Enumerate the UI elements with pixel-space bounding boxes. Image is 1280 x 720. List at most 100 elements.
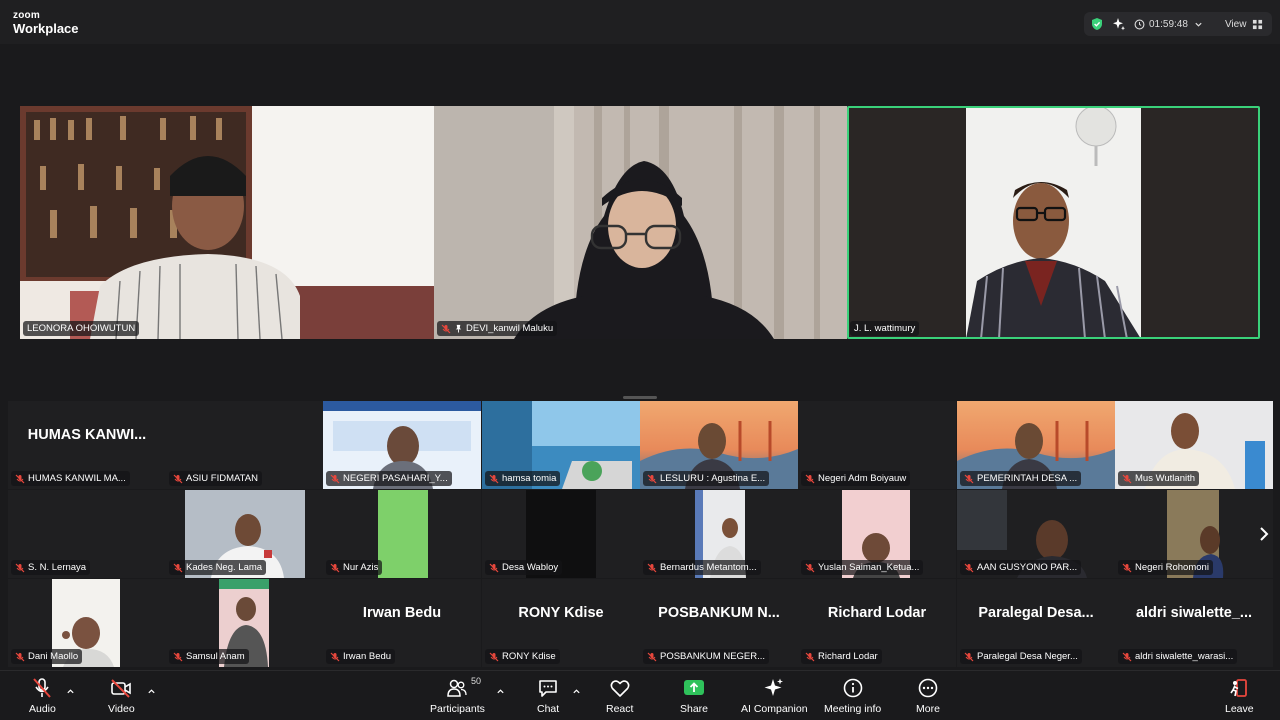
participant-name: RONY Kdise (502, 651, 556, 662)
chat-button[interactable]: Chat (537, 677, 559, 715)
video-off-icon (111, 679, 132, 698)
meeting-status-bar: 01:59:48 View (1084, 12, 1272, 36)
gallery-participant-tile[interactable]: Desa Wabloy (482, 490, 640, 578)
leave-button[interactable]: Leave (1225, 677, 1254, 715)
gallery-participant-tile[interactable]: NEGERI PASAHARI_Y... (323, 401, 481, 489)
meeting-info-button[interactable]: Meeting info (824, 677, 881, 715)
speaker-video-tile-active[interactable]: J. L. wattimury (847, 106, 1260, 339)
leave-label: Leave (1225, 703, 1254, 715)
meeting-toolbar: Audio Video Participants 50 Chat React S… (0, 670, 1280, 720)
video-button[interactable]: Video (108, 677, 135, 715)
gallery-participant-tile[interactable]: Richard Lodar Richard Lodar (798, 579, 956, 667)
clock-icon (1134, 19, 1145, 29)
participant-name-label: Richard Lodar (801, 649, 882, 664)
participant-display-name: POSBANKUM N... (658, 605, 780, 621)
participants-options-caret-icon[interactable] (496, 687, 505, 696)
participant-name-label: ASIU FIDMATAN (169, 471, 262, 486)
participant-name: AAN GUSYONO PAR... (977, 562, 1078, 573)
gallery-participant-tile[interactable]: ASIU FIDMATAN (166, 401, 324, 489)
gallery-participant-tile[interactable]: hamsa tomia (482, 401, 640, 489)
participant-name-label: POSBANKUM NEGER... (643, 649, 770, 664)
muted-mic-icon (15, 652, 25, 661)
gallery-participant-tile[interactable]: Paralegal Desa... Paralegal Desa Neger... (957, 579, 1115, 667)
encryption-shield-icon[interactable] (1090, 17, 1104, 31)
gallery-participant-tile[interactable]: aldri siwalette_... aldri siwalette_waras… (1115, 579, 1273, 667)
participant-name: Desa Wabloy (502, 562, 559, 573)
next-page-arrow-icon[interactable] (1256, 524, 1272, 544)
ai-companion-button[interactable]: AI Companion (741, 677, 808, 715)
share-button[interactable]: Share (680, 677, 708, 715)
gallery-participant-tile[interactable]: POSBANKUM N... POSBANKUM NEGER... (640, 579, 798, 667)
audio-options-caret-icon[interactable] (66, 687, 75, 696)
gallery-participant-tile[interactable]: Negeri Rohomoni (1115, 490, 1273, 578)
participant-display-name: Irwan Bedu (362, 605, 442, 621)
participant-name-label: LESLURU : Agustina E... (643, 471, 770, 486)
muted-mic-icon (15, 474, 25, 483)
muted-mic-icon (1122, 474, 1132, 483)
chat-icon (539, 680, 557, 697)
chat-options-caret-icon[interactable] (572, 687, 581, 696)
gallery-participant-tile[interactable]: S. N. Lernaya (8, 490, 166, 578)
gallery-participant-tile[interactable]: Irwan Bedu Irwan Bedu (323, 579, 481, 667)
muted-mic-icon (173, 563, 183, 572)
gallery-participant-tile[interactable]: Bernardus Metantom... (640, 490, 798, 578)
gallery-participant-tile[interactable]: Nur Azis (323, 490, 481, 578)
audio-label: Audio (29, 703, 56, 715)
top-bar: zoom Workplace 01:59:48 View (0, 0, 1280, 44)
participant-name: hamsa tomia (502, 473, 557, 484)
participant-name-label: HUMAS KANWIL MA... (11, 471, 130, 486)
speaker-video-tile[interactable]: DEVI_kanwil Maluku (434, 106, 847, 339)
gallery-participant-tile[interactable]: Samsul Anam (166, 579, 324, 667)
participant-video-feed (847, 106, 1260, 339)
participants-label: Participants (430, 703, 485, 715)
ai-sparkle-icon[interactable] (1112, 17, 1126, 31)
participant-name-label: Samsul Anam (169, 649, 249, 664)
participant-name-label: Kades Neg. Lama (169, 560, 267, 575)
muted-mic-icon (964, 652, 974, 661)
participant-name-label: Irwan Bedu (326, 649, 396, 664)
gallery-participant-tile[interactable]: AAN GUSYONO PAR... (957, 490, 1115, 578)
panel-resize-handle[interactable] (623, 396, 657, 399)
participant-name: POSBANKUM NEGER... (660, 651, 766, 662)
gallery-participant-tile[interactable]: RONY Kdise RONY Kdise (482, 579, 640, 667)
gallery-participant-tile[interactable]: HUMAS KANWI... HUMAS KANWIL MA... (8, 401, 166, 489)
react-button[interactable]: React (606, 677, 633, 715)
gallery-participant-tile[interactable]: Kades Neg. Lama (166, 490, 324, 578)
speaker-video-tile[interactable]: LEONORA OHOIWUTUN (20, 106, 434, 339)
logo-brand-top: zoom (13, 10, 40, 21)
participant-name-label: PEMERINTAH DESA ... (960, 471, 1082, 486)
participants-icon (447, 679, 468, 697)
participant-name: J. L. wattimury (854, 323, 916, 334)
participant-name: Mus Wutlanith (1135, 473, 1196, 484)
gallery-participant-tile[interactable]: PEMERINTAH DESA ... (957, 401, 1115, 489)
more-button[interactable]: More (916, 677, 940, 715)
participant-name-label: Mus Wutlanith (1118, 471, 1200, 486)
chat-label: Chat (537, 703, 560, 715)
audio-button[interactable]: Audio (29, 677, 56, 715)
info-icon (843, 678, 862, 698)
more-dots-icon (918, 678, 938, 698)
muted-mic-icon (805, 563, 815, 572)
muted-mic-icon (489, 563, 499, 572)
participant-display-name: aldri siwalette_... (1135, 605, 1253, 621)
react-label: React (606, 703, 634, 715)
muted-mic-icon (489, 474, 499, 483)
muted-mic-icon (441, 324, 451, 333)
gallery-participant-tile[interactable]: Yuslan Saiman_Ketua... (798, 490, 956, 578)
participant-name-label: hamsa tomia (485, 471, 561, 486)
participant-name: Samsul Anam (186, 651, 245, 662)
gallery-participant-tile[interactable]: LESLURU : Agustina E... (640, 401, 798, 489)
video-options-caret-icon[interactable] (147, 687, 156, 696)
logo-brand-bottom: Workplace (13, 21, 79, 36)
participant-name-label: S. N. Lernaya (11, 560, 91, 575)
gallery-participant-tile[interactable]: Negeri Adm Boiyauw (798, 401, 956, 489)
view-button[interactable]: View (1225, 19, 1247, 30)
gallery-participant-tile[interactable]: Mus Wutlanith (1115, 401, 1273, 489)
participant-display-name: Richard Lodar (827, 605, 927, 621)
grid-view-icon[interactable] (1252, 19, 1263, 30)
gallery-participant-tile[interactable]: Dani Maollo (8, 579, 166, 667)
muted-mic-icon (330, 652, 340, 661)
muted-mic-icon (489, 652, 499, 661)
chevron-down-icon[interactable] (1194, 20, 1203, 29)
participant-name: Negeri Adm Boiyauw (818, 473, 907, 484)
